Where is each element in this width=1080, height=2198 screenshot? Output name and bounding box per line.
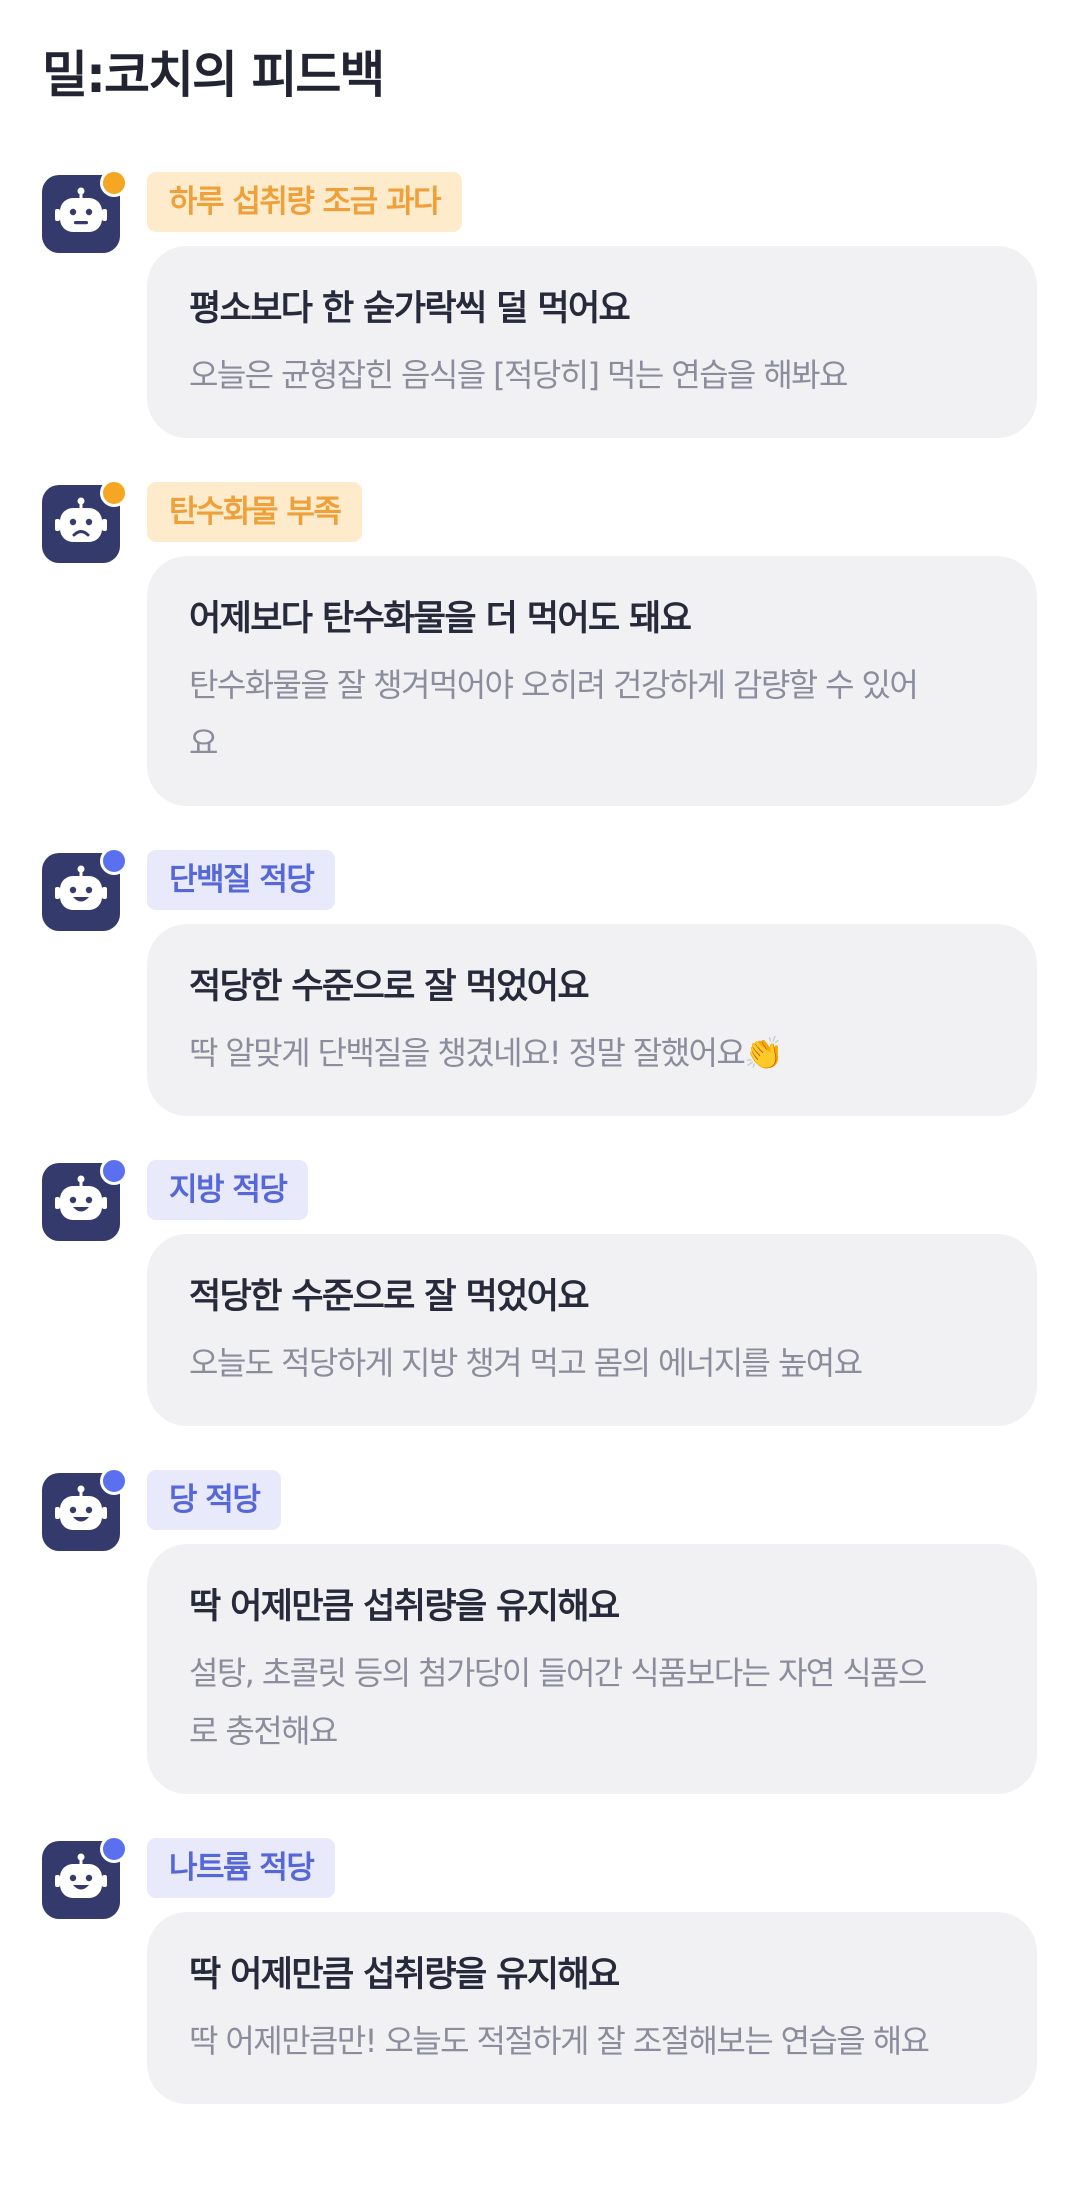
status-tag: 지방 적당 [147, 1160, 309, 1220]
status-tag: 탄수화물 부족 [147, 482, 363, 542]
feedback-message: 오늘도 적당하게 지방 챙겨 먹고 몸의 에너지를 높여요 [189, 1344, 863, 1382]
feedback-message: 탄수화물을 잘 챙겨먹어야 오히려 건강하게 감량할 수 있어요 [189, 666, 919, 762]
status-dot-ok [100, 1835, 128, 1863]
feedback-title: 평소보다 한 숟가락씩 덜 먹어요 [189, 289, 631, 329]
feedback-title: 적당한 수준으로 잘 먹었어요 [189, 1277, 590, 1317]
status-dot-warning [100, 169, 128, 197]
status-dot-ok [100, 847, 128, 875]
feedback-card: 평소보다 한 숟가락씩 덜 먹어요 오늘은 균형잡힌 음식을 [적당히] 먹는 … [147, 246, 1037, 438]
feedback-title: 딱 어제만큼 섭취량을 유지해요 [189, 1955, 620, 1995]
feedback-message: 딱 알맞게 단백질을 챙겼네요! 정말 잘했어요👏 [189, 1034, 784, 1072]
feedback-message: 딱 어제만큼만! 오늘도 적절하게 잘 조절해보는 연습을 해요 [189, 2022, 930, 2060]
page-title: 밀:코치의 피드백 [42, 46, 385, 104]
feedback-card: 딱 어제만큼 섭취량을 유지해요 딱 어제만큼만! 오늘도 적절하게 잘 조절해… [147, 1912, 1037, 2104]
status-dot-warning [100, 479, 128, 507]
feedback-title: 어제보다 탄수화물을 더 먹어도 돼요 [189, 599, 692, 639]
feedback-card: 딱 어제만큼 섭취량을 유지해요 설탕, 초콜릿 등의 첨가당이 들어간 식품보… [147, 1544, 1037, 1794]
status-dot-ok [100, 1467, 128, 1495]
feedback-title: 딱 어제만큼 섭취량을 유지해요 [189, 1587, 620, 1627]
status-tag: 하루 섭취량 조금 과다 [147, 172, 463, 232]
status-tag: 단백질 적당 [147, 850, 336, 910]
status-dot-ok [100, 1157, 128, 1185]
feedback-message: 설탕, 초콜릿 등의 첨가당이 들어간 식품보다는 자연 식품으로 충전해요 [189, 1654, 927, 1750]
feedback-card: 적당한 수준으로 잘 먹었어요 오늘도 적당하게 지방 챙겨 먹고 몸의 에너지… [147, 1234, 1037, 1426]
status-tag: 당 적당 [147, 1470, 282, 1530]
feedback-title: 적당한 수준으로 잘 먹었어요 [189, 967, 590, 1007]
feedback-card: 어제보다 탄수화물을 더 먹어도 돼요 탄수화물을 잘 챙겨먹어야 오히려 건강… [147, 556, 1037, 806]
status-tag: 나트륨 적당 [147, 1838, 336, 1898]
feedback-card: 적당한 수준으로 잘 먹었어요 딱 알맞게 단백질을 챙겼네요! 정말 잘했어요… [147, 924, 1037, 1116]
feedback-message: 오늘은 균형잡힌 음식을 [적당히] 먹는 연습을 해봐요 [189, 356, 848, 394]
